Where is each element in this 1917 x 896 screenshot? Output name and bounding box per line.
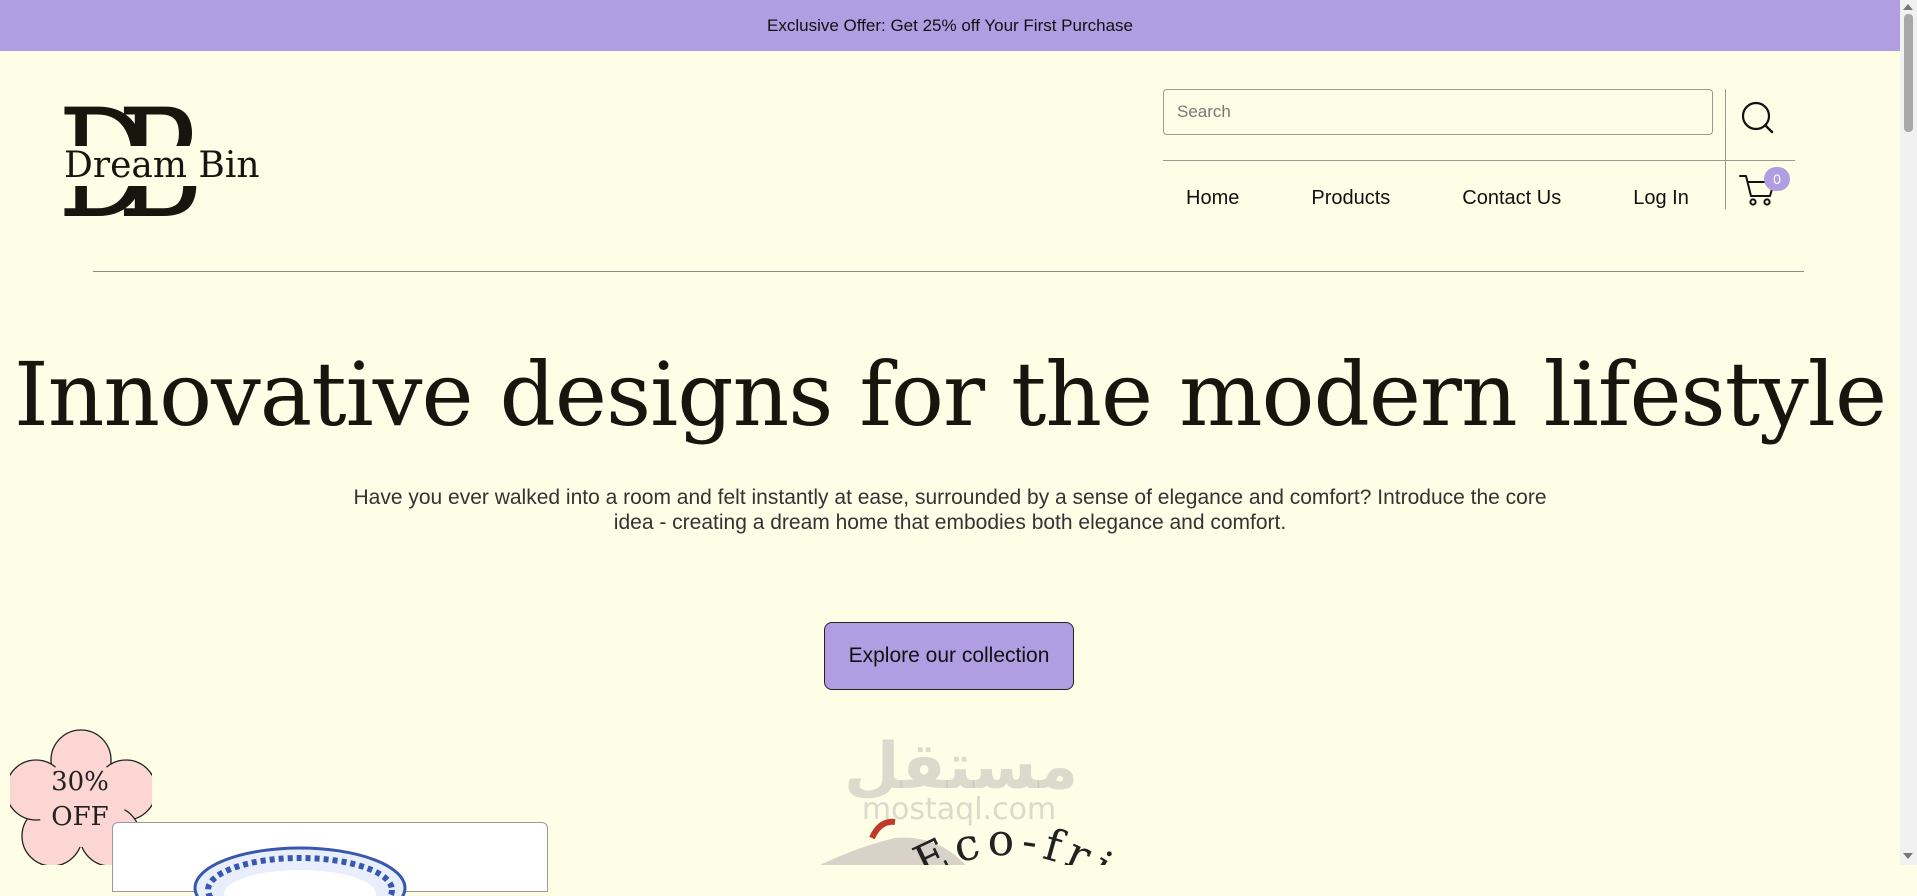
scroll-up-icon[interactable] (1903, 4, 1913, 10)
search-input[interactable] (1163, 89, 1713, 135)
sale-badge-percent: 30% (51, 767, 109, 797)
nav-link-home[interactable]: Home (1186, 187, 1239, 210)
nav-divider (1163, 160, 1795, 161)
explore-collection-button[interactable]: Explore our collection (824, 622, 1074, 690)
nav-link-log-in[interactable]: Log In (1633, 187, 1689, 210)
sale-badge-off: OFF (51, 802, 109, 832)
logo-brand-name: Dream Bin (62, 145, 262, 186)
nav-vertical-divider (1725, 89, 1726, 209)
nav-link-products[interactable]: Products (1311, 187, 1390, 210)
promo-text: Exclusive Offer: Get 25% off Your First … (767, 15, 1133, 35)
cart-count-badge: 0 (1764, 167, 1790, 191)
hero-subtitle: Have you ever walked into a room and fel… (353, 486, 1547, 534)
hero-title: Innovative designs for the modern lifest… (13, 343, 1887, 446)
eco-friendly-badge: Eco-friend (820, 760, 1149, 865)
decorative-plate-image (193, 846, 407, 896)
main-nav: Home Products Contact Us Log In (1163, 183, 1689, 213)
search-icon (1741, 101, 1774, 134)
nav-link-contact-us[interactable]: Contact Us (1462, 187, 1561, 210)
scrollbar-thumb[interactable] (1904, 14, 1913, 132)
sale-badge-text: 30% OFF (40, 765, 120, 835)
header-divider (93, 271, 1804, 272)
logo[interactable]: DB Dream Bin (58, 90, 262, 240)
search-button[interactable] (1738, 98, 1778, 138)
scroll-down-icon[interactable] (1903, 853, 1913, 859)
promo-bar: Exclusive Offer: Get 25% off Your First … (0, 0, 1900, 51)
